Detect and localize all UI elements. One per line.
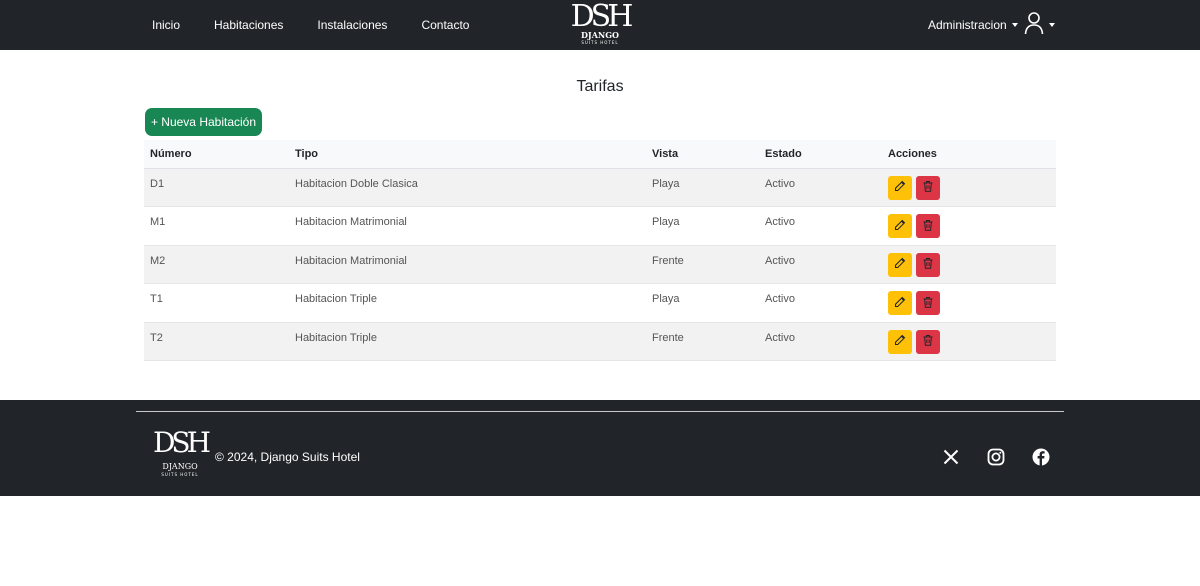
cell-acciones [882, 168, 1056, 208]
new-room-button[interactable]: + Nueva Habitación [145, 108, 262, 136]
cell-tipo: Habitacion Triple [289, 322, 646, 362]
cell-numero: M1 [144, 206, 289, 246]
edit-button[interactable] [888, 214, 912, 239]
cell-vista: Playa [646, 168, 759, 208]
cell-tipo: Habitacion Matrimonial [289, 206, 646, 246]
pencil-icon [894, 180, 906, 195]
cell-estado: Activo [759, 322, 882, 362]
brand-logo[interactable]: DSH DJANGO SUITS HOTEL [566, 2, 634, 48]
rates-table: Número Tipo Vista Estado Acciones D1 Hab… [144, 140, 1056, 362]
cell-vista: Playa [646, 206, 759, 246]
delete-button[interactable] [916, 329, 940, 354]
header-vista: Vista [646, 140, 759, 169]
table-row: D1 Habitacion Doble Clasica Playa Activo [144, 168, 1056, 208]
cell-estado: Activo [759, 283, 882, 323]
delete-button[interactable] [916, 175, 940, 200]
edit-button[interactable] [888, 329, 912, 354]
pencil-icon [894, 257, 906, 272]
x-icon[interactable] [941, 447, 961, 467]
cell-tipo: Habitacion Triple [289, 283, 646, 323]
table-row: M2 Habitacion Matrimonial Frente Activo [144, 245, 1056, 285]
nav-link-contacto[interactable]: Contacto [421, 18, 469, 32]
cell-vista: Playa [646, 283, 759, 323]
footer-logo-tagline: SUITS HOTEL [161, 472, 199, 477]
cell-tipo: Habitacion Matrimonial [289, 245, 646, 285]
user-icon [1024, 11, 1044, 40]
facebook-icon[interactable] [1031, 447, 1051, 467]
nav-link-inicio[interactable]: Inicio [152, 18, 180, 32]
cell-estado: Activo [759, 206, 882, 246]
footer-logo: DSH DJANGO SUITS HOTEL [150, 426, 211, 484]
cell-tipo: Habitacion Doble Clasica [289, 168, 646, 208]
pencil-icon [894, 334, 906, 349]
brand-monogram: DSH [570, 0, 634, 34]
delete-button[interactable] [916, 291, 940, 316]
page-title: Tarifas [576, 78, 624, 95]
trash-icon [922, 334, 934, 349]
pencil-icon [894, 219, 906, 234]
footer-logo-monogram: DSH [152, 426, 211, 459]
cell-vista: Frente [646, 245, 759, 285]
nav-link-instalaciones[interactable]: Instalaciones [317, 18, 387, 32]
cell-numero: T2 [144, 322, 289, 362]
table-header-row: Número Tipo Vista Estado Acciones [144, 140, 1056, 169]
cell-estado: Activo [759, 168, 882, 208]
chevron-down-icon [1049, 23, 1055, 27]
header-acciones: Acciones [882, 140, 1056, 169]
table-row: T1 Habitacion Triple Playa Activo [144, 283, 1056, 323]
footer-logo-name: DJANGO [162, 462, 198, 471]
admin-dropdown-label: Administracion [928, 18, 1007, 32]
table-row: M1 Habitacion Matrimonial Playa Activo [144, 206, 1056, 246]
trash-icon [922, 180, 934, 195]
user-dropdown[interactable] [1024, 11, 1055, 40]
cell-numero: M2 [144, 245, 289, 285]
cell-estado: Activo [759, 245, 882, 285]
header-estado: Estado [759, 140, 882, 169]
cell-numero: T1 [144, 283, 289, 323]
cell-numero: D1 [144, 168, 289, 208]
cell-vista: Frente [646, 322, 759, 362]
footer: DSH DJANGO SUITS HOTEL © 2024, Django Su… [0, 400, 1200, 496]
nav-link-habitaciones[interactable]: Habitaciones [214, 18, 283, 32]
header-tipo: Tipo [289, 140, 646, 169]
admin-dropdown[interactable]: Administracion [928, 0, 1018, 50]
edit-button[interactable] [888, 175, 912, 200]
brand-tagline: SUITS HOTEL [581, 40, 619, 45]
delete-button[interactable] [916, 252, 940, 277]
pencil-icon [894, 296, 906, 311]
cell-acciones [882, 206, 1056, 246]
edit-button[interactable] [888, 252, 912, 277]
instagram-icon[interactable] [986, 447, 1006, 467]
cell-acciones [882, 245, 1056, 285]
footer-divider [136, 411, 1064, 412]
table-row: T2 Habitacion Triple Frente Activo [144, 322, 1056, 362]
delete-button[interactable] [916, 214, 940, 239]
copyright-text: © 2024, Django Suits Hotel [215, 450, 360, 464]
navbar: Inicio Habitaciones Instalaciones Contac… [0, 0, 1200, 50]
trash-icon [922, 219, 934, 234]
header-numero: Número [144, 140, 289, 169]
chevron-down-icon [1011, 23, 1018, 27]
nav-links: Inicio Habitaciones Instalaciones Contac… [152, 0, 503, 50]
edit-button[interactable] [888, 291, 912, 316]
cell-acciones [882, 322, 1056, 362]
cell-acciones [882, 283, 1056, 323]
trash-icon [922, 257, 934, 272]
trash-icon [922, 296, 934, 311]
